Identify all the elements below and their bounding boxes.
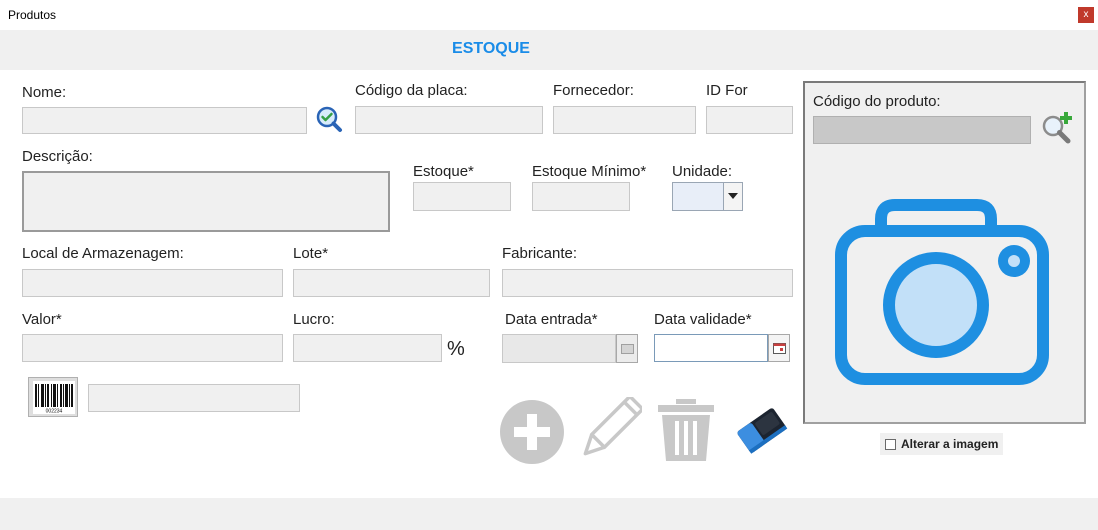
delete-button[interactable] xyxy=(656,397,716,463)
search-check-icon[interactable] xyxy=(315,105,343,133)
data-entrada-calendar-button xyxy=(616,334,638,363)
data-entrada-label: Data entrada* xyxy=(505,311,598,328)
estoque-minimo-input[interactable] xyxy=(532,182,630,211)
id-for-label: ID For xyxy=(706,82,748,99)
estoque-label: Estoque* xyxy=(413,163,474,180)
estoque-minimo-label: Estoque Mínimo* xyxy=(532,163,647,180)
nome-input[interactable] xyxy=(22,107,307,134)
data-validade-label: Data validade* xyxy=(654,311,752,328)
edit-button[interactable] xyxy=(574,394,645,465)
camera-icon xyxy=(835,199,1049,385)
local-input[interactable] xyxy=(22,269,283,297)
calendar-icon xyxy=(773,343,786,354)
fabricante-input[interactable] xyxy=(502,269,793,297)
trash-icon xyxy=(658,399,714,461)
lucro-input[interactable] xyxy=(293,334,442,362)
clear-button[interactable] xyxy=(734,404,788,458)
nome-label: Nome: xyxy=(22,84,67,101)
fabricante-label: Fabricante: xyxy=(502,245,578,262)
barcode-icon: 002234 xyxy=(33,381,75,414)
pencil-icon xyxy=(583,394,645,456)
page-title: ESTOQUE xyxy=(452,40,530,57)
id-for-input[interactable] xyxy=(706,106,793,134)
barcode-input[interactable] xyxy=(88,384,300,412)
data-validade-input[interactable] xyxy=(654,334,768,362)
fornecedor-input[interactable] xyxy=(553,106,696,134)
data-validade-calendar-button[interactable] xyxy=(768,334,790,362)
add-button[interactable] xyxy=(499,399,565,465)
barcode-number: 002234 xyxy=(46,409,63,415)
lucro-label: Lucro: xyxy=(293,311,335,328)
unidade-label: Unidade: xyxy=(672,163,733,180)
percent-symbol: % xyxy=(447,338,465,360)
window-title: Produtos xyxy=(8,8,57,22)
valor-input[interactable] xyxy=(22,334,283,362)
barcode-button[interactable]: 002234 xyxy=(28,377,78,417)
valor-label: Valor* xyxy=(22,311,62,328)
codigo-placa-input[interactable] xyxy=(355,106,543,134)
alterar-imagem-checkbox[interactable] xyxy=(885,439,896,450)
close-button[interactable]: x xyxy=(1078,7,1094,23)
estoque-input[interactable] xyxy=(413,182,511,211)
codigo-produto-input[interactable] xyxy=(813,116,1031,144)
add-icon xyxy=(500,400,564,464)
codigo-produto-label: Código do produto: xyxy=(813,93,941,110)
calendar-icon xyxy=(621,344,634,354)
zoom-add-icon xyxy=(1042,112,1072,144)
data-entrada-input xyxy=(502,334,616,363)
footer-band xyxy=(0,498,1098,530)
lote-input[interactable] xyxy=(293,269,490,297)
chevron-down-icon xyxy=(728,193,738,199)
unidade-select[interactable] xyxy=(672,182,743,211)
codigo-placa-label: Código da placa: xyxy=(355,82,468,99)
lote-label: Lote* xyxy=(293,245,329,262)
eraser-icon xyxy=(737,408,788,454)
fornecedor-label: Fornecedor: xyxy=(553,82,634,99)
alterar-imagem-label[interactable]: Alterar a imagem xyxy=(901,437,998,451)
descricao-label: Descrição: xyxy=(22,148,93,165)
descricao-textarea[interactable] xyxy=(22,171,390,232)
local-label: Local de Armazenagem: xyxy=(22,245,184,262)
unidade-dropdown-button[interactable] xyxy=(723,183,742,210)
zoom-add-button[interactable] xyxy=(1040,111,1074,145)
